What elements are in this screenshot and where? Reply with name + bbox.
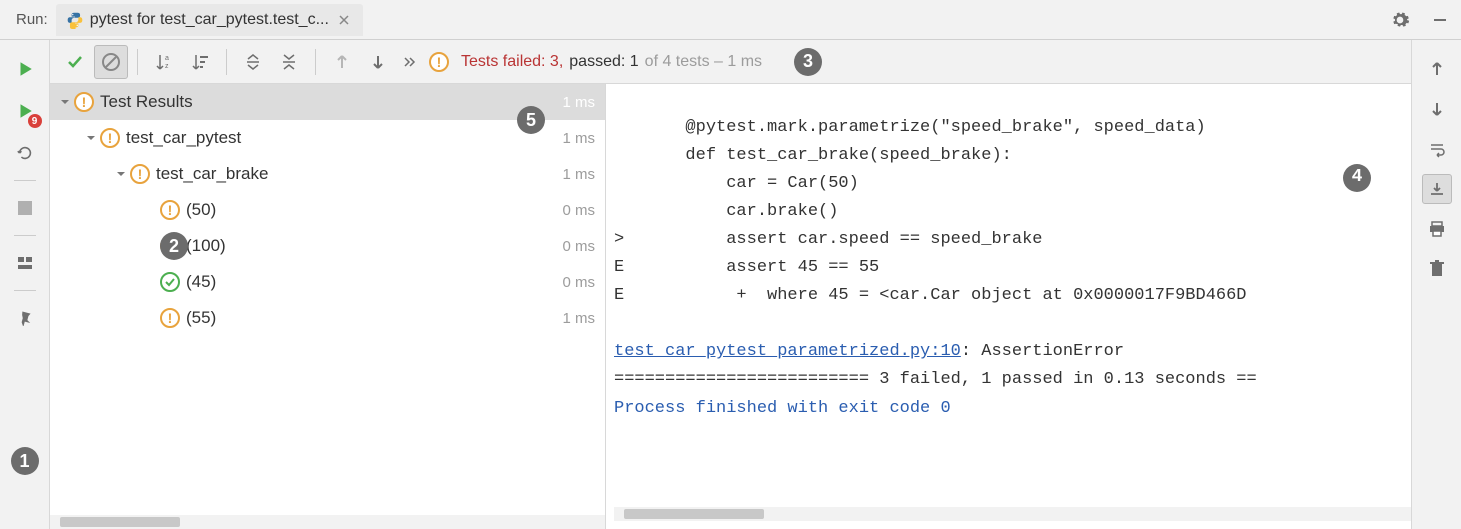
- console-output[interactable]: 4 @pytest.mark.parametrize("speed_brake"…: [606, 84, 1411, 529]
- tree-label: test_car_pytest: [126, 128, 562, 148]
- tree-time: 1 ms: [562, 166, 595, 183]
- rerun-failed-icon[interactable]: 9: [10, 96, 40, 126]
- pin-icon[interactable]: [10, 303, 40, 333]
- callout-4: 4: [1343, 164, 1371, 192]
- show-ignored-icon[interactable]: [94, 45, 128, 79]
- callout-3: 3: [794, 48, 822, 76]
- console-line: > assert car.speed == speed_brake: [614, 230, 1042, 249]
- console-line: car.brake(): [614, 202, 838, 221]
- tool-window-header: Run: pytest for test_car_pytest.test_c..…: [0, 0, 1461, 40]
- chevron-down-icon[interactable]: [56, 96, 74, 108]
- gear-icon[interactable]: [1387, 7, 1413, 33]
- tree-label: (50): [186, 200, 562, 220]
- test-toolbar: az ! Tests failed:: [50, 40, 1411, 84]
- tree-label: test_car_brake: [156, 164, 562, 184]
- console-line: E + where 45 = <car.Car object at 0x0000…: [614, 286, 1247, 305]
- sort-alpha-icon[interactable]: az: [147, 45, 181, 79]
- svg-text:z: z: [165, 63, 169, 70]
- svg-text:a: a: [165, 55, 169, 62]
- print-icon[interactable]: [1422, 214, 1452, 244]
- callout-2: 2: [160, 232, 188, 260]
- trash-icon[interactable]: [1422, 254, 1452, 284]
- test-summary: ! Tests failed: 3, passed: 1 of 4 tests …: [429, 52, 762, 72]
- run-config-tab[interactable]: pytest for test_car_pytest.test_c...: [56, 4, 363, 36]
- tree-time: 1 ms: [562, 94, 595, 111]
- console-line: ========================= 3 failed, 1 pa…: [614, 370, 1257, 389]
- console-line: : AssertionError: [961, 342, 1124, 361]
- file-link[interactable]: test_car_pytest_parametrized.py:10: [614, 342, 961, 361]
- warn-icon: !: [160, 308, 180, 328]
- separator: [137, 49, 138, 75]
- expand-all-icon[interactable]: [236, 45, 270, 79]
- scroll-to-end-icon[interactable]: [1422, 174, 1452, 204]
- tree-label: (55): [186, 308, 562, 328]
- tree-leaf-row[interactable]: ! (100) 0 ms: [50, 228, 605, 264]
- next-failed-icon[interactable]: [361, 45, 395, 79]
- callout-1: 1: [11, 447, 39, 475]
- separator: [14, 235, 36, 236]
- tree-label: Test Results: [100, 92, 562, 112]
- tree-leaf-row[interactable]: ! (50) 0 ms: [50, 192, 605, 228]
- failed-count: Tests failed: 3,: [461, 53, 563, 71]
- warn-icon: !: [160, 200, 180, 220]
- tree-label: (45): [186, 272, 562, 292]
- warn-icon: !: [429, 52, 449, 72]
- left-action-rail: 9 1: [0, 40, 50, 529]
- check-icon: [160, 272, 180, 292]
- separator: [226, 49, 227, 75]
- console-line: car = Car(50): [614, 174, 859, 193]
- soft-wrap-icon[interactable]: [1422, 134, 1452, 164]
- run-icon[interactable]: [10, 54, 40, 84]
- scrollbar-thumb[interactable]: [624, 509, 764, 519]
- prev-failed-icon[interactable]: [325, 45, 359, 79]
- exit-line: Process finished with exit code 0: [614, 399, 951, 418]
- python-icon: [66, 11, 84, 29]
- chevron-down-icon[interactable]: [82, 132, 100, 144]
- scrollbar-thumb[interactable]: [60, 517, 180, 527]
- main-area: az ! Tests failed:: [50, 40, 1411, 529]
- tab-title: pytest for test_car_pytest.test_c...: [90, 11, 329, 29]
- tree-leaf-row[interactable]: (45) 0 ms: [50, 264, 605, 300]
- run-label: Run:: [8, 11, 56, 28]
- tree-time: 0 ms: [562, 238, 595, 255]
- separator: [14, 290, 36, 291]
- stop-icon[interactable]: [10, 193, 40, 223]
- scroll-up-icon[interactable]: [1422, 54, 1452, 84]
- horizontal-scrollbar[interactable]: [50, 515, 605, 529]
- tree-time: 0 ms: [562, 202, 595, 219]
- warn-icon: !: [74, 92, 94, 112]
- tree-time: 0 ms: [562, 274, 595, 291]
- tree-label: (100): [186, 236, 562, 256]
- close-tab-icon[interactable]: [335, 11, 353, 29]
- console-line: @pytest.mark.parametrize("speed_brake", …: [614, 118, 1206, 137]
- separator: [14, 180, 36, 181]
- console-line: def test_car_brake(speed_brake):: [614, 146, 1012, 165]
- tree-time: 1 ms: [562, 310, 595, 327]
- separator: [315, 49, 316, 75]
- warn-icon: !: [130, 164, 150, 184]
- console-line: E assert 45 == 55: [614, 258, 879, 277]
- callout-5: 5: [517, 106, 545, 134]
- more-icon[interactable]: [397, 45, 421, 79]
- tree-leaf-row[interactable]: ! (55) 1 ms: [50, 300, 605, 336]
- chevron-down-icon[interactable]: [112, 168, 130, 180]
- collapse-all-icon[interactable]: [272, 45, 306, 79]
- layout-icon[interactable]: [10, 248, 40, 278]
- test-tree-panel: 5 2 ! Test Results 1 ms ! test_car_pyt: [50, 84, 606, 529]
- passed-count: passed: 1: [569, 53, 638, 71]
- tree-time: 1 ms: [562, 130, 595, 147]
- warn-icon: !: [100, 128, 120, 148]
- minimize-icon[interactable]: [1427, 7, 1453, 33]
- tree-node-row[interactable]: ! test_car_brake 1 ms: [50, 156, 605, 192]
- toggle-auto-test-icon[interactable]: [10, 138, 40, 168]
- show-passed-icon[interactable]: [58, 45, 92, 79]
- horizontal-scrollbar[interactable]: [614, 507, 1411, 521]
- right-action-rail: [1411, 40, 1461, 529]
- total-count: of 4 tests – 1 ms: [645, 53, 762, 71]
- sort-duration-icon[interactable]: [183, 45, 217, 79]
- scroll-down-icon[interactable]: [1422, 94, 1452, 124]
